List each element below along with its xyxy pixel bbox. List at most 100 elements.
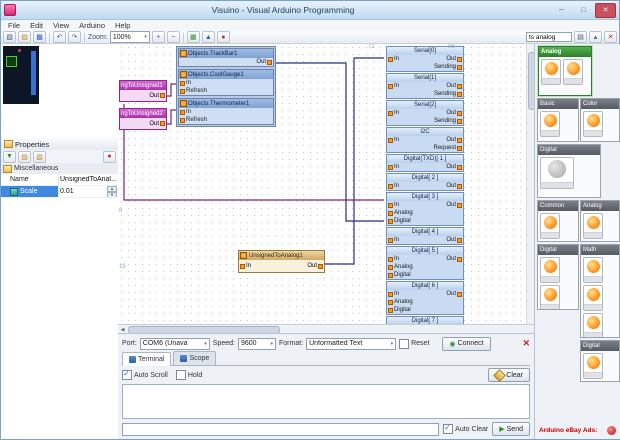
pin-analog[interactable]: Analog <box>388 210 413 216</box>
board-item[interactable]: Digital[ 7 ]InOut <box>386 316 464 324</box>
toolbox-category-label[interactable]: Digital <box>581 341 619 351</box>
clear-search-icon[interactable]: ✕ <box>604 31 617 43</box>
pin-out[interactable]: Out <box>446 164 462 170</box>
component-card[interactable] <box>583 353 603 379</box>
pin-out[interactable]: Out <box>446 83 462 89</box>
menu-item-edit[interactable]: Edit <box>25 21 48 30</box>
pin-in[interactable]: In <box>388 137 399 143</box>
board-item[interactable]: Digital(TXD)[ 1 ]InOut <box>386 154 464 172</box>
pin-out[interactable]: Out <box>446 183 462 189</box>
value-spinner[interactable]: ▲▼ <box>107 186 117 197</box>
pin-out[interactable] <box>160 93 165 98</box>
pin-icon[interactable]: ● <box>103 151 116 163</box>
toolbox-category-label[interactable]: Color <box>581 99 619 109</box>
pin-out[interactable]: Out <box>446 291 462 297</box>
pin-digital[interactable]: Digital <box>388 307 411 313</box>
ad-icon[interactable] <box>607 426 616 435</box>
pin-in[interactable]: In <box>388 110 399 116</box>
format-select[interactable]: Unformatted Text▾ <box>306 338 396 350</box>
pin-analog[interactable]: Analog <box>388 264 413 270</box>
component-card[interactable] <box>583 285 603 311</box>
component-card[interactable] <box>583 213 603 239</box>
send-button[interactable]: ▶ Send <box>492 422 530 436</box>
pin-in[interactable] <box>240 264 245 269</box>
menu-item-help[interactable]: Help <box>110 21 135 30</box>
autoscroll-checkbox[interactable]: Auto Scroll <box>122 370 168 380</box>
toolbox-category[interactable]: Common <box>537 200 579 242</box>
tab-terminal[interactable]: Terminal <box>122 352 171 366</box>
reset-checkbox[interactable]: Reset <box>399 339 429 349</box>
maximize-button[interactable]: □ <box>573 3 594 18</box>
board-icon[interactable]: ▦ <box>187 31 200 43</box>
send-input[interactable] <box>122 423 439 436</box>
pin-in[interactable]: In <box>388 291 399 297</box>
pin-out[interactable] <box>160 121 165 126</box>
tab-scope[interactable]: Scope <box>173 351 216 365</box>
pin-sending[interactable]: Sending <box>434 91 462 97</box>
open-file-icon[interactable]: ▨ <box>18 31 31 43</box>
menu-item-arduino[interactable]: Arduino <box>74 21 110 30</box>
pin-out[interactable] <box>318 264 323 269</box>
component-trackbar[interactable]: Objects.TrackBar1 Out <box>178 48 274 67</box>
component-card[interactable] <box>563 59 583 85</box>
pin-in[interactable]: In <box>388 56 399 62</box>
component-card[interactable] <box>540 213 560 239</box>
pin-refresh[interactable] <box>180 118 185 123</box>
connect-button[interactable]: ◉ Connect <box>442 337 490 351</box>
component-thermometer[interactable]: Objects.Thermometer1 In Refresh <box>178 98 274 125</box>
board-item[interactable]: Digital[ 6 ]InOutAnalogDigital <box>386 281 464 315</box>
board-item[interactable]: Digital[ 5 ]InOutAnalogDigital <box>386 246 464 280</box>
clear-button[interactable]: Clear <box>488 368 530 382</box>
toolbox-category-label[interactable]: Basic <box>538 99 578 109</box>
component-unsignedtoanalog[interactable]: UnsignedToAnalog1 In Out <box>238 250 325 273</box>
filter-icon[interactable]: ▤ <box>574 31 587 43</box>
pin-in[interactable]: In <box>388 202 399 208</box>
minimize-button[interactable]: ─ <box>551 3 572 18</box>
pin-in[interactable]: In <box>388 237 399 243</box>
zoom-select[interactable]: 100%▾ <box>110 31 150 43</box>
autoclear-checkbox[interactable]: Auto Clear <box>443 424 488 434</box>
redo-icon[interactable]: ↷ <box>68 31 81 43</box>
component-card[interactable] <box>541 59 561 85</box>
zoom-out-icon[interactable]: − <box>167 31 180 43</box>
pin-in[interactable]: In <box>388 164 399 170</box>
pin-out[interactable]: Out <box>446 137 462 143</box>
pin-out[interactable]: Out <box>446 256 462 262</box>
component-card[interactable] <box>540 285 560 310</box>
upload-icon[interactable]: ▲ <box>202 31 215 43</box>
toolbox-category[interactable]: Digital <box>537 144 601 198</box>
pin-refresh[interactable] <box>180 89 185 94</box>
pin-out[interactable]: Out <box>446 56 462 62</box>
pin-out[interactable]: Out <box>446 237 462 243</box>
pin-digital[interactable]: Digital <box>388 218 411 224</box>
toolbox-category-label[interactable]: Math <box>581 245 619 255</box>
toolbox-category-label[interactable]: Digital <box>538 145 600 155</box>
board-item[interactable]: Serial[2]InOutSending <box>386 100 464 126</box>
board-item[interactable]: Digital[ 4 ]InOut <box>386 227 464 245</box>
objects-group[interactable]: Objects.TrackBar1 Out Objects.CoolGauge1… <box>176 46 276 127</box>
save-icon[interactable]: ▩ <box>33 31 46 43</box>
hold-checkbox[interactable]: Hold <box>176 370 202 380</box>
stop-icon[interactable]: ● <box>217 31 230 43</box>
property-row-name[interactable]: NameUnsignedToAnal... <box>1 174 118 186</box>
overview-panel[interactable] <box>1 44 118 139</box>
menu-item-view[interactable]: View <box>48 21 74 30</box>
board-item[interactable]: Digital[ 3 ]InOutAnalogDigital <box>386 192 464 226</box>
board-item[interactable]: Digital[ 2 ]InOut <box>386 173 464 191</box>
toolbox-category-label[interactable]: Common <box>538 201 578 211</box>
pin-in[interactable] <box>180 81 185 86</box>
pin-out[interactable] <box>267 60 272 65</box>
pin-in[interactable]: In <box>388 256 399 262</box>
board-item[interactable]: Serial[1]InOutSending <box>386 73 464 99</box>
toolbox-category-label[interactable]: Analog <box>539 47 591 57</box>
speed-select[interactable]: 9600▾ <box>238 338 276 350</box>
toolbox-category[interactable]: Analog <box>580 200 620 242</box>
board-item[interactable]: I2CInOutRequest <box>386 127 464 153</box>
component-card[interactable] <box>540 157 574 189</box>
toolbox-category[interactable]: Basic <box>537 98 579 142</box>
zoom-in-icon[interactable]: + <box>152 31 165 43</box>
pin-analog[interactable]: Analog <box>388 299 413 305</box>
category-view-icon[interactable]: ▨ <box>18 151 31 163</box>
close-button[interactable]: ✕ <box>595 3 616 18</box>
pin-out[interactable]: Out <box>446 110 462 116</box>
